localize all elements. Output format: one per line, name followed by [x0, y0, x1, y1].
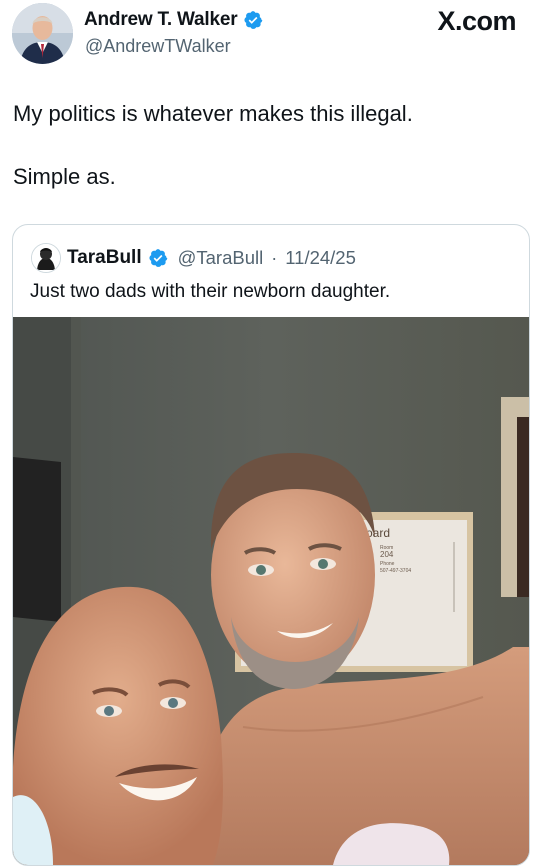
post-header: Andrew T. Walker @AndrewTWalker X.com: [0, 0, 542, 70]
board-phone-label: Phone: [380, 561, 395, 567]
avatar-silhouette-icon: [32, 244, 60, 272]
verified-badge-icon: [149, 249, 167, 267]
quoted-date[interactable]: 11/24/25: [285, 247, 356, 269]
quoted-tweet-card[interactable]: TaraBull @TaraBull · 11/24/25 Just two d…: [12, 224, 530, 866]
quoted-tweet-header: TaraBull @TaraBull · 11/24/25: [31, 243, 356, 273]
quoted-tweet-text: Just two dads with their newborn daughte…: [30, 281, 391, 302]
author-handle[interactable]: @AndrewTWalker: [85, 36, 231, 57]
separator-dot: ·: [271, 247, 278, 268]
quoted-photo[interactable]: Board Room 204 Phone 507-497-3704: [13, 317, 529, 865]
post-text-line: Simple as.: [13, 164, 116, 189]
author-name[interactable]: Andrew T. Walker: [84, 9, 238, 31]
post-body: My politics is whatever makes this illeg…: [13, 99, 413, 191]
board-room-number: 204: [380, 550, 394, 559]
post-text-line: My politics is whatever makes this illeg…: [13, 101, 413, 126]
board-phone-number: 507-497-3704: [380, 568, 411, 574]
avatar-portrait-icon: [12, 3, 73, 64]
site-watermark: X.com: [437, 6, 516, 36]
quoted-author-avatar[interactable]: [31, 243, 61, 273]
author-name-row: Andrew T. Walker: [84, 9, 263, 31]
verified-badge-icon: [244, 11, 263, 29]
author-avatar[interactable]: [12, 3, 73, 64]
quoted-author-handle[interactable]: @TaraBull: [178, 247, 264, 269]
quoted-author-name[interactable]: TaraBull: [67, 247, 142, 269]
